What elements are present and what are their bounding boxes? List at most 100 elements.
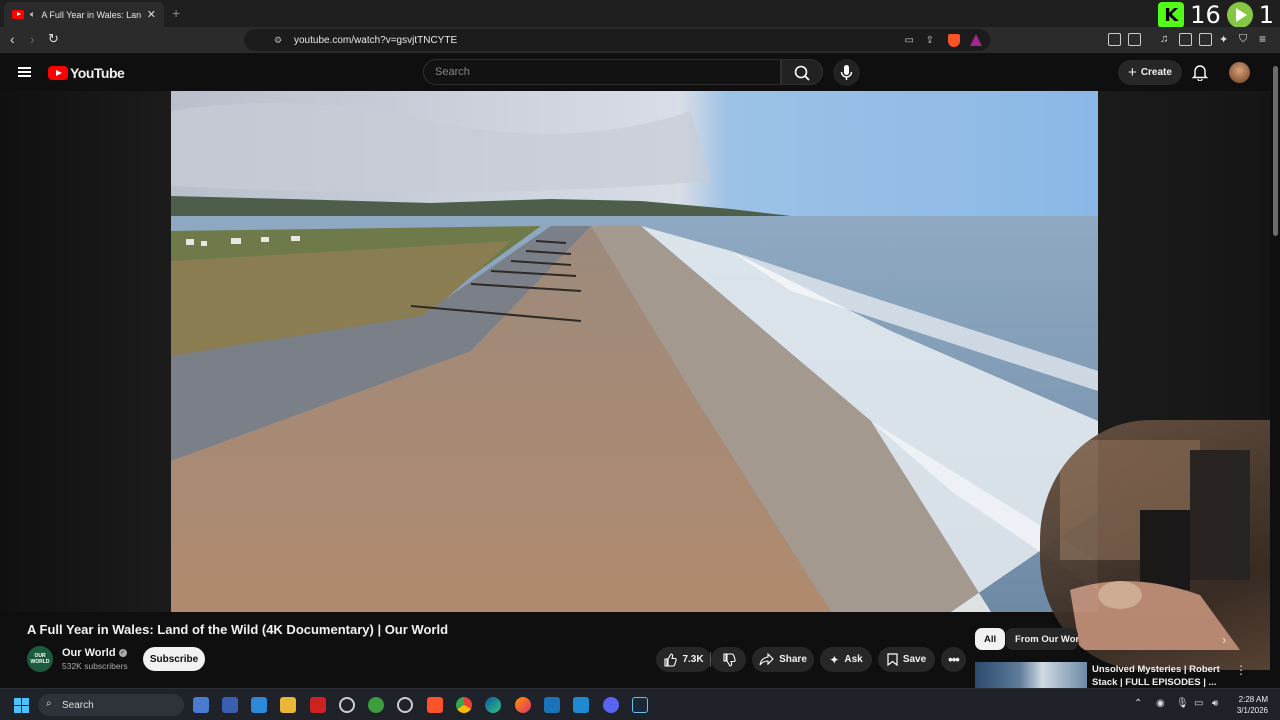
speaker-icon[interactable]: 🔈︎ <box>30 9 35 20</box>
url-text[interactable]: youtube.com/watch?v=gsvjtTNCYTE <box>294 35 457 46</box>
more-actions-button[interactable]: ••• <box>941 647 966 672</box>
steam-icon[interactable] <box>632 697 648 713</box>
subscriber-count: 532K subscribers <box>62 661 128 671</box>
dislike-button[interactable] <box>711 647 746 672</box>
share-label: Share <box>779 654 807 665</box>
back-icon[interactable]: ‹ <box>10 31 15 47</box>
subscribe-button[interactable]: Subscribe <box>143 647 205 671</box>
chips-next-icon[interactable]: › <box>1222 632 1226 647</box>
browser-tab[interactable]: 🔈︎ A Full Year in Wales: Land of the Wil… <box>4 2 164 27</box>
video-title: A Full Year in Wales: Land of the Wild (… <box>27 622 449 637</box>
taskbar-clock[interactable]: 2:28 AM 3/1/2026 <box>1228 694 1268 716</box>
app-icon-3[interactable] <box>310 697 326 713</box>
rumble-logo-icon <box>1226 2 1253 28</box>
browser-toolbar: ‹ › ↻ 🔖︎ ⚙︎ youtube.com/watch?v=gsvjtTNC… <box>0 27 1280 53</box>
sparkle-icon: ✦ <box>829 652 840 667</box>
channel-avatar[interactable]: OUR WORLD <box>27 646 53 672</box>
file-explorer-icon[interactable] <box>280 697 296 713</box>
discord-icon[interactable] <box>603 697 619 713</box>
music-icon[interactable]: ♫ <box>1160 33 1168 45</box>
cast-icon[interactable]: ▭ <box>905 35 914 46</box>
tab-title: A Full Year in Wales: Land of the Wild <box>41 9 141 20</box>
clock-date: 3/1/2026 <box>1236 706 1268 715</box>
youtube-logo-text: YouTube <box>70 65 125 81</box>
notifications-bell-icon[interactable] <box>1192 64 1208 81</box>
related-video-thumbnail[interactable] <box>975 662 1087 688</box>
hamburger-menu-icon[interactable] <box>18 67 31 77</box>
stream-overlay-counter: K 16 1 <box>1158 1 1274 29</box>
app-icon-5[interactable] <box>368 697 384 713</box>
menu-icon[interactable]: ≡ <box>1259 32 1266 46</box>
video-player[interactable] <box>171 91 1098 612</box>
youtube-logo[interactable]: YouTube <box>48 65 125 81</box>
voice-search-button[interactable] <box>833 59 860 86</box>
network-icon[interactable]: ▭ <box>1194 698 1203 709</box>
channel-name-text: Our World <box>62 647 116 659</box>
close-tab-icon[interactable]: ✕ <box>147 8 156 21</box>
search-input[interactable]: Search <box>423 59 781 85</box>
new-tab-button[interactable]: + <box>172 5 180 21</box>
forward-icon[interactable]: › <box>30 31 35 47</box>
browser-tab-bar: 🔈︎ A Full Year in Wales: Land of the Wil… <box>0 0 1280 29</box>
more-horizontal-icon: ••• <box>948 652 960 667</box>
share-page-icon[interactable]: ⇪ <box>926 35 934 46</box>
app-icon-6[interactable] <box>397 697 413 713</box>
microphone-tray-icon[interactable]: 🎙︎ <box>1176 698 1189 709</box>
chrome-icon[interactable] <box>456 697 472 713</box>
thumbs-down-icon <box>722 652 736 667</box>
sidebar-icon[interactable] <box>1179 33 1192 46</box>
vpn-icon[interactable]: ⛉ <box>1239 33 1247 46</box>
video-frame-beach-image <box>171 91 1098 612</box>
taskbar-search-input[interactable]: ⌕ Search <box>38 694 184 716</box>
reload-icon[interactable]: ↻ <box>48 31 59 47</box>
chip-all[interactable]: All <box>975 628 1006 650</box>
app-icon-2[interactable] <box>251 697 267 713</box>
screenshot-icon[interactable] <box>1128 33 1141 46</box>
like-count: 7.3K <box>682 654 704 665</box>
like-button[interactable]: 7.3K <box>656 647 711 672</box>
address-bar[interactable]: ⚙︎ youtube.com/watch?v=gsvjtTNCYTE ▭ ⇪ <box>244 29 990 51</box>
app-icon-1[interactable] <box>222 697 238 713</box>
brave-rewards-icon[interactable] <box>970 34 982 46</box>
save-bookmark-icon <box>887 653 898 666</box>
brave-browser-icon[interactable] <box>427 697 443 713</box>
app-icon-4[interactable] <box>339 697 355 713</box>
page-scrollbar[interactable] <box>1271 60 1280 688</box>
firefox-icon[interactable] <box>515 697 531 713</box>
wallet-icon[interactable] <box>1199 33 1212 46</box>
volume-icon[interactable]: 🔊︎ <box>1212 698 1218 709</box>
scrollbar-thumb[interactable] <box>1273 66 1278 236</box>
save-button[interactable]: Save <box>878 647 935 672</box>
channel-name[interactable]: Our World ✓ <box>62 647 127 659</box>
plus-icon: + <box>1128 64 1137 81</box>
search-button[interactable] <box>781 59 823 85</box>
chip-from-our-world[interactable]: From Our World <box>1006 628 1078 650</box>
save-label: Save <box>902 654 927 665</box>
kick-count: 16 <box>1190 1 1221 29</box>
youtube-play-icon <box>48 66 68 80</box>
site-info-icon[interactable]: ⚙︎ <box>274 35 282 46</box>
extensions-icon[interactable] <box>1108 33 1121 46</box>
windows-taskbar: ⌕ Search ⌃ ◉ 🎙︎ ▭ 🔊︎ 2:28 AM 3/1/2026 <box>0 688 1280 720</box>
tray-app-icon[interactable]: ◉ <box>1156 698 1165 709</box>
related-video-title[interactable]: Unsolved Mysteries | Robert Stack | FULL… <box>1092 663 1222 689</box>
brave-shield-icon[interactable] <box>948 33 960 47</box>
account-avatar[interactable] <box>1229 62 1250 83</box>
leo-ai-icon[interactable]: ✦ <box>1219 33 1228 46</box>
create-button[interactable]: + Create <box>1118 60 1182 85</box>
rumble-count: 1 <box>1258 1 1274 29</box>
related-more-icon[interactable]: ⋮ <box>1235 663 1247 677</box>
youtube-favicon-icon <box>12 10 24 19</box>
app-icon-7[interactable] <box>544 697 560 713</box>
widgets-icon[interactable] <box>193 697 209 713</box>
ask-button[interactable]: ✦ Ask <box>820 647 872 672</box>
share-arrow-icon <box>759 653 774 666</box>
taskbar-search-placeholder: Search <box>62 699 94 711</box>
vscode-icon[interactable] <box>573 697 589 713</box>
share-button[interactable]: Share <box>752 647 814 672</box>
search-icon <box>794 65 810 81</box>
thumbs-up-icon <box>664 652 678 667</box>
windows-start-icon[interactable] <box>14 698 29 713</box>
edge-icon[interactable] <box>485 697 501 713</box>
tray-overflow-icon[interactable]: ⌃ <box>1134 698 1142 709</box>
